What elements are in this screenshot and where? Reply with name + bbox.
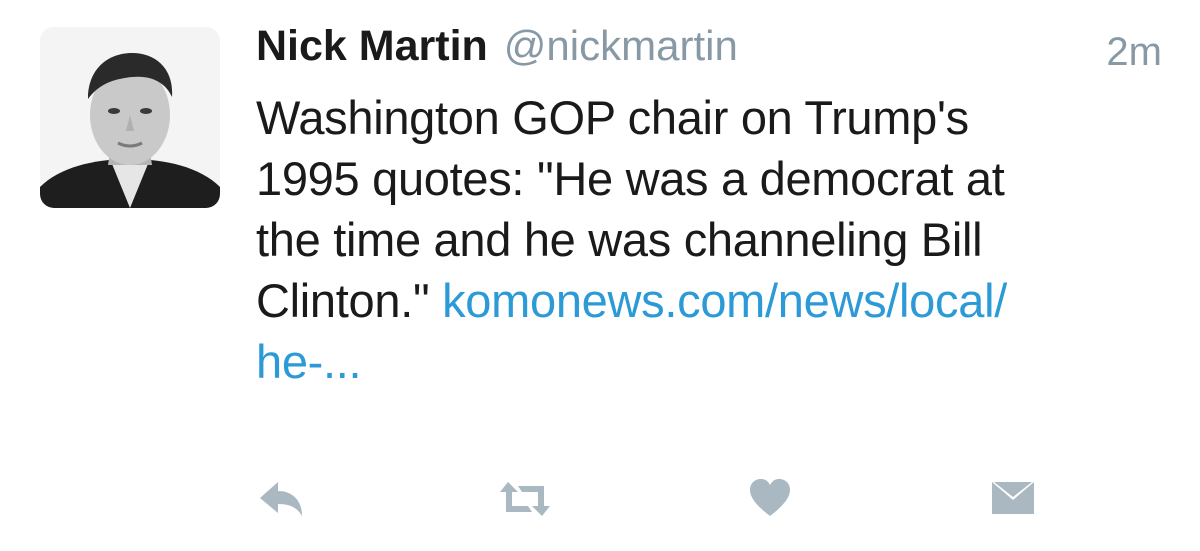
- tweet-header: Nick Martin @nickmartin: [256, 22, 738, 82]
- envelope-icon: [992, 482, 1034, 514]
- retweet-icon: [500, 482, 550, 516]
- like-button[interactable]: [748, 478, 792, 518]
- avatar[interactable]: [40, 27, 220, 208]
- author-name[interactable]: Nick Martin: [256, 22, 488, 71]
- tweet-text: Washington GOP chair on Trump's 1995 quo…: [256, 87, 1156, 392]
- tweet-text-line: Washington GOP chair on Trump's: [256, 91, 969, 144]
- tweet-link-continuation[interactable]: he-...: [256, 335, 362, 388]
- tweet-card[interactable]: Nick Martin @nickmartin 2m Washington GO…: [0, 0, 1200, 551]
- tweet-text-line: he-...: [256, 331, 1156, 392]
- tweet-text-fragment: Clinton.": [256, 274, 443, 327]
- tweet-text-line: Clinton." komonews.com/news/local/: [256, 270, 1156, 331]
- author-handle[interactable]: @nickmartin: [504, 22, 738, 70]
- timestamp[interactable]: 2m: [1106, 30, 1162, 75]
- avatar-portrait-icon: [40, 27, 220, 208]
- reply-button[interactable]: [258, 478, 304, 520]
- tweet-text-line: 1995 quotes: "He was a democrat at: [256, 152, 1005, 205]
- reply-icon: [260, 482, 302, 516]
- direct-message-button[interactable]: [990, 480, 1036, 516]
- heart-icon: [750, 479, 790, 516]
- retweet-button[interactable]: [498, 480, 552, 518]
- tweet-text-line: the time and he was channeling Bill: [256, 213, 983, 266]
- tweet-link[interactable]: komonews.com/news/local/: [442, 274, 1007, 327]
